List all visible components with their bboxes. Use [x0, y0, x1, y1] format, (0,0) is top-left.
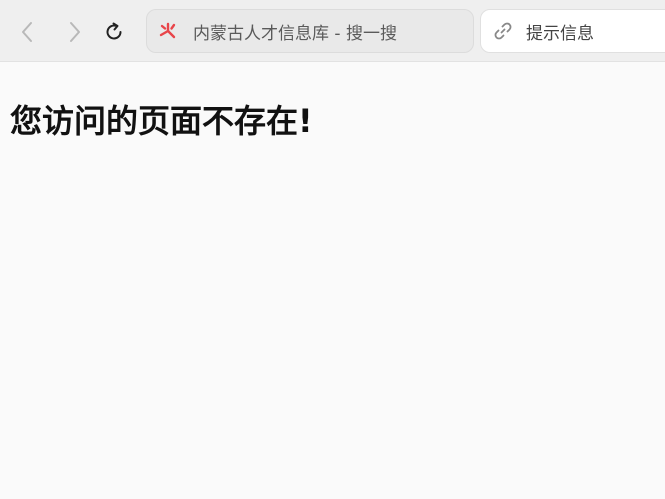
page-heading: 您访问的页面不存在! — [10, 102, 313, 140]
page-title: 内蒙古人才信息库 - 搜一搜 — [193, 23, 397, 44]
address-bar[interactable]: 提示信息 — [480, 9, 665, 53]
link-icon — [492, 20, 514, 42]
reload-icon — [103, 21, 125, 43]
chevron-left-icon — [20, 21, 34, 43]
browser-toolbar: 内蒙古人才信息库 - 搜一搜 提示信息 — [0, 0, 665, 62]
address-placeholder: 提示信息 — [526, 23, 594, 44]
page-content: 您访问的页面不存在! — [0, 62, 665, 499]
page-title-pill[interactable]: 内蒙古人才信息库 - 搜一搜 — [146, 9, 474, 53]
site-favicon-icon — [157, 20, 179, 42]
reload-button[interactable] — [99, 17, 129, 47]
forward-button[interactable] — [60, 17, 90, 47]
back-button[interactable] — [12, 17, 42, 47]
chevron-right-icon — [68, 21, 82, 43]
